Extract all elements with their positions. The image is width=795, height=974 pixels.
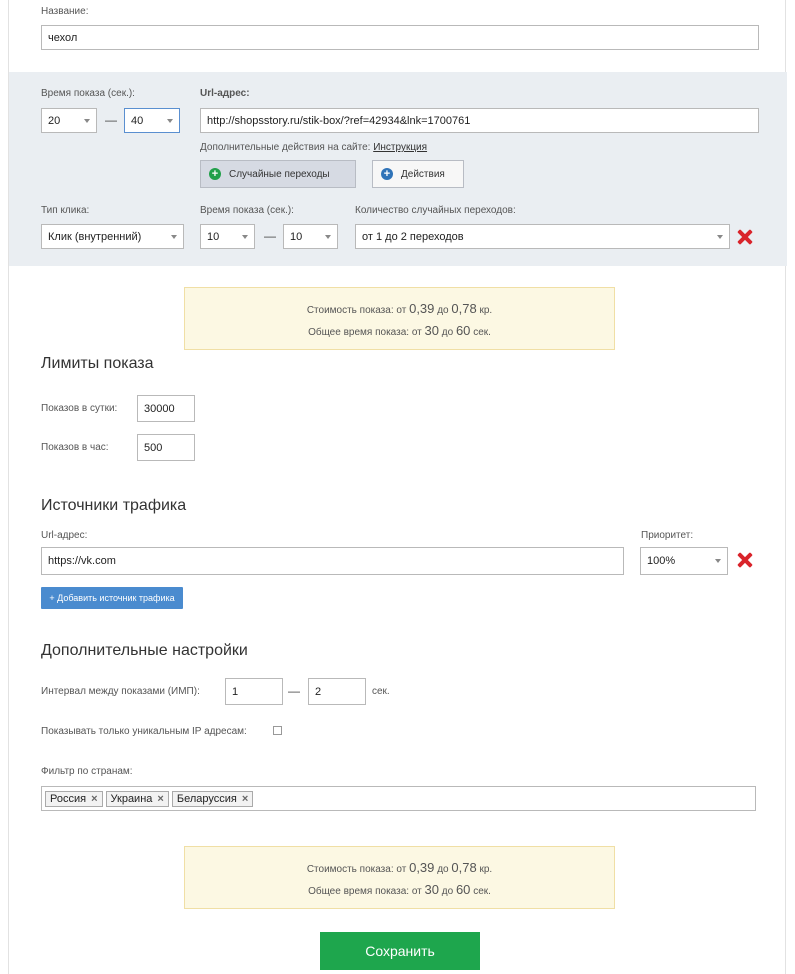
- time2-range-dash: —: [264, 229, 276, 243]
- country-filter-label: Фильтр по странам:: [41, 766, 133, 777]
- country-tag: Украина ×: [105, 790, 169, 807]
- name-label: Название:: [41, 6, 89, 17]
- country-filter-input[interactable]: Россия × Украина × Беларуссия ×: [41, 786, 756, 811]
- per-day-label: Показов в сутки:: [41, 403, 118, 414]
- priority-select[interactable]: 100%: [640, 547, 728, 575]
- cost-notice-bottom: Стоимость показа: от 0,39 до 0,78 кр. Об…: [184, 846, 615, 909]
- delete-transition-icon[interactable]: [737, 229, 753, 245]
- limits-title: Лимиты показа: [41, 355, 154, 372]
- chevron-down-icon: [715, 559, 721, 563]
- name-input[interactable]: чехол: [41, 25, 759, 50]
- click-type-value: Клик (внутренний): [48, 230, 142, 243]
- delete-source-icon[interactable]: [737, 552, 753, 568]
- random-transitions-label: Случайные переходы: [229, 168, 330, 180]
- chevron-down-icon: [84, 118, 90, 123]
- instruction-link[interactable]: Инструкция: [373, 142, 427, 153]
- extra-actions-text: Дополнительные действия на сайте:: [200, 142, 371, 153]
- time-line: Общее время показа: от 30 до 60 сек.: [308, 323, 491, 338]
- time2-label: Время показа (сек.):: [200, 205, 294, 216]
- time2-to-select[interactable]: 10: [283, 224, 338, 249]
- interval-to-input[interactable]: 2: [308, 678, 366, 705]
- interval-label: Интервал между показами (ИМП):: [41, 686, 200, 697]
- extra-actions-label: Дополнительные действия на сайте: Инстру…: [200, 142, 427, 153]
- chevron-down-icon: [171, 234, 177, 239]
- time-label: Время показа (сек.):: [41, 88, 135, 99]
- count-value: от 1 до 2 переходов: [362, 230, 464, 243]
- plus-circle-icon: +: [381, 168, 393, 180]
- time2-to-value: 10: [290, 230, 303, 243]
- transition-section: Время показа (сек.): 20 — 40 Url-адрес: …: [9, 72, 787, 266]
- traffic-title: Источники трафика: [41, 497, 187, 514]
- traffic-url-input[interactable]: https://vk.com: [41, 547, 624, 575]
- time-range-dash: —: [105, 113, 117, 127]
- interval-from-input[interactable]: 1: [225, 678, 283, 705]
- actions-label: Действия: [401, 168, 445, 180]
- per-hour-input[interactable]: 500: [137, 434, 195, 461]
- interval-unit: сек.: [372, 686, 390, 697]
- chevron-down-icon: [717, 234, 723, 239]
- country-tag: Беларуссия ×: [171, 790, 254, 807]
- cost-line: Стоимость показа: от 0,39 до 0,78 кр.: [306, 301, 493, 316]
- time-to-select[interactable]: 40: [124, 108, 180, 133]
- time-from-select[interactable]: 20: [41, 108, 97, 133]
- plus-circle-icon: +: [209, 168, 221, 180]
- country-tag-label: Беларуссия: [176, 792, 237, 805]
- time-line: Общее время показа: от 30 до 60 сек.: [308, 882, 491, 897]
- time2-from-select[interactable]: 10: [200, 224, 255, 249]
- click-type-select[interactable]: Клик (внутренний): [41, 224, 184, 249]
- unique-ip-checkbox[interactable]: [273, 726, 282, 735]
- per-hour-label: Показов в час:: [41, 442, 109, 453]
- chevron-down-icon: [242, 234, 248, 239]
- country-tag-label: Россия: [50, 792, 87, 805]
- cost-notice: Стоимость показа: от 0,39 до 0,78 кр. Об…: [184, 287, 615, 350]
- remove-tag-icon[interactable]: ×: [242, 793, 248, 805]
- add-traffic-source-button[interactable]: + Добавить источник трафика: [41, 587, 183, 609]
- remove-tag-icon[interactable]: ×: [157, 793, 163, 805]
- time-from-value: 20: [48, 114, 61, 127]
- form-panel: Название: чехол Время показа (сек.): 20 …: [8, 0, 787, 974]
- actions-button[interactable]: + Действия: [372, 160, 464, 188]
- remove-tag-icon[interactable]: ×: [91, 793, 97, 805]
- per-day-input[interactable]: 30000: [137, 395, 195, 422]
- random-transitions-button[interactable]: + Случайные переходы: [200, 160, 356, 188]
- save-button[interactable]: Сохранить: [320, 932, 480, 970]
- priority-value: 100%: [647, 555, 676, 567]
- cost-line: Стоимость показа: от 0,39 до 0,78 кр.: [306, 860, 493, 875]
- url-input[interactable]: http://shopsstory.ru/stik-box/?ref=42934…: [200, 108, 759, 133]
- count-select[interactable]: от 1 до 2 переходов: [355, 224, 730, 249]
- traffic-url-label: Url-адрес:: [41, 530, 88, 541]
- chevron-down-icon: [325, 234, 331, 239]
- time-to-value: 40: [131, 114, 144, 127]
- time2-from-value: 10: [207, 230, 220, 243]
- country-tag-label: Украина: [110, 792, 153, 805]
- country-tag: Россия ×: [45, 790, 103, 807]
- click-type-label: Тип клика:: [41, 205, 90, 216]
- chevron-down-icon: [167, 118, 173, 123]
- priority-label: Приоритет:: [641, 530, 694, 541]
- interval-dash: —: [288, 684, 300, 698]
- extra-title: Дополнительные настройки: [41, 642, 248, 659]
- count-label: Количество случайных переходов:: [355, 205, 516, 216]
- url-label: Url-адрес:: [200, 88, 250, 99]
- unique-ip-label: Показывать только уникальным IP адресам:: [41, 726, 247, 737]
